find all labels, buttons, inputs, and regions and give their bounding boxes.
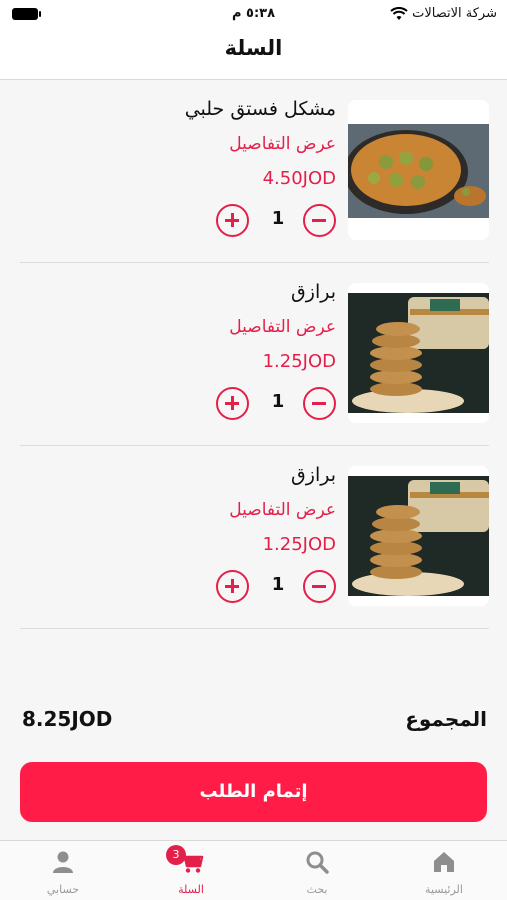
status-bar: ٥:٣٨ م شركة الاتصالات [0, 0, 507, 30]
quantity-value: 1 [271, 208, 285, 229]
cart-count-badge: 3 [166, 845, 186, 865]
increase-quantity-button[interactable] [216, 387, 249, 420]
product-image-baklava[interactable] [348, 100, 489, 240]
total-value: 8.25JOD [22, 707, 113, 731]
carrier-name: شركة الاتصالات [412, 6, 497, 21]
checkout-button[interactable]: إتمام الطلب [20, 762, 487, 822]
view-details-link[interactable]: عرض التفاصيل [229, 317, 336, 337]
tab-search[interactable]: بحث [254, 841, 380, 900]
tab-cart[interactable]: 3 السلة [128, 841, 254, 900]
view-details-link[interactable]: عرض التفاصيل [229, 134, 336, 154]
cart-item: برازق عرض التفاصيل 1.25JOD 1 [20, 263, 489, 446]
product-image-barazek[interactable] [348, 466, 489, 606]
tab-bar: الرئيسية بحث 3 السلة حسابي [0, 840, 507, 900]
decrease-quantity-button[interactable] [303, 204, 336, 237]
product-price: 1.25JOD [262, 351, 336, 372]
increase-quantity-button[interactable] [216, 570, 249, 603]
quantity-value: 1 [271, 574, 285, 595]
cart-content: مشكل فستق حلبي عرض التفاصيل 4.50JOD 1 بر… [0, 80, 507, 840]
product-name: مشكل فستق حلبي [184, 98, 336, 120]
decrease-quantity-button[interactable] [303, 387, 336, 420]
view-details-link[interactable]: عرض التفاصيل [229, 500, 336, 520]
tab-home[interactable]: الرئيسية [381, 841, 507, 900]
tab-label: حسابي [46, 883, 80, 896]
user-icon [53, 851, 73, 873]
tab-label: بحث [306, 883, 328, 896]
increase-quantity-button[interactable] [216, 204, 249, 237]
cart-item: مشكل فستق حلبي عرض التفاصيل 4.50JOD 1 [20, 80, 489, 263]
page-title: السلة [224, 36, 283, 60]
product-image-barazek[interactable] [348, 283, 489, 423]
decrease-quantity-button[interactable] [303, 570, 336, 603]
product-price: 1.25JOD [262, 534, 336, 555]
product-name: برازق [291, 464, 336, 486]
total-label: المجموع [405, 707, 487, 731]
search-icon [306, 851, 329, 874]
cart-item: برازق عرض التفاصيل 1.25JOD 1 [20, 446, 489, 629]
tab-account[interactable]: حسابي [0, 841, 126, 900]
home-icon [434, 852, 454, 872]
status-carrier: شركة الاتصالات [390, 6, 497, 21]
product-price: 4.50JOD [262, 168, 336, 189]
tab-label: السلة [178, 883, 204, 896]
wifi-icon [390, 6, 408, 20]
product-name: برازق [291, 281, 336, 303]
quantity-value: 1 [271, 391, 285, 412]
item-divider [20, 628, 489, 629]
tab-label: الرئيسية [425, 883, 463, 896]
